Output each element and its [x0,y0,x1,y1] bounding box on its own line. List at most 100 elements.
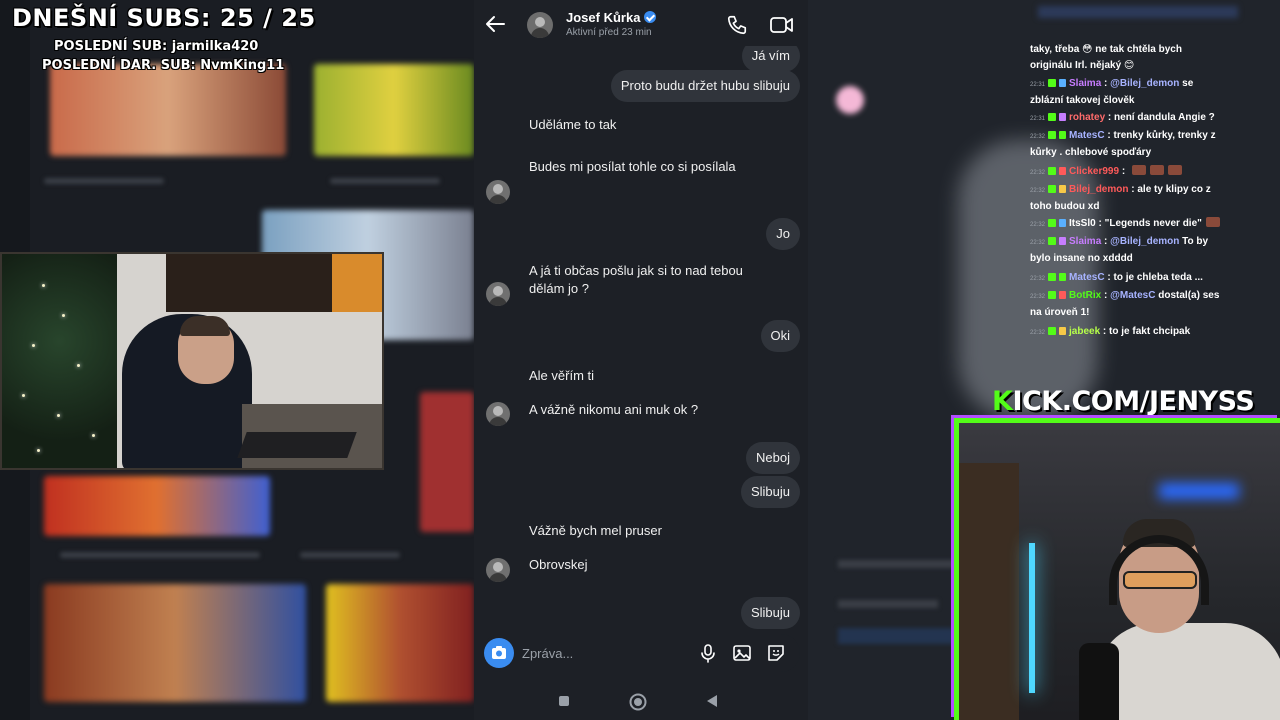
background-tabs [1038,6,1238,18]
main-webcam [954,418,1280,720]
chat-username[interactable]: Bilej_demon [1069,184,1128,195]
user-badge-icon [1059,131,1067,139]
chat-message: 22:31 rohatey : není dandula Angie ? [1030,112,1215,123]
kick-url-text: ICK.COM/JENYSS [1012,386,1255,417]
background-text [60,552,260,558]
background-thumbnail [50,64,286,156]
video-camera-icon[interactable] [770,15,794,35]
incoming-message[interactable]: Budes mi posílat tohle co si posílala [529,158,749,176]
background-avatar [836,86,864,114]
sender-avatar[interactable] [486,180,510,204]
chat-mention[interactable]: @Bilej_demon [1110,236,1179,247]
chat-emote-icon [1149,165,1164,175]
chat-timestamp: 22:32 [1030,294,1046,300]
chat-username[interactable]: rohatey [1069,112,1105,123]
chat-username[interactable]: jabeek [1069,326,1100,337]
camera-button[interactable] [484,638,514,668]
chat-emote-icon [1205,217,1220,227]
arrow-left-icon[interactable] [484,14,506,34]
chat-timestamp: 22:32 [1030,134,1046,140]
outgoing-message[interactable]: Proto budu držet hubu slibuju [610,70,800,102]
chat-message: 22:32 Slaima : @Bilej_demon To by bylo in… [1030,236,1209,264]
user-badge-icon [1059,185,1067,193]
chat-username[interactable]: MatesC [1069,130,1105,141]
cam-neon-light [1029,543,1035,693]
home-icon[interactable] [629,693,647,711]
user-badge-icon [1059,273,1067,281]
kick-badge-icon [1048,113,1057,121]
user-badge-icon [1059,237,1067,245]
incoming-message[interactable]: Obrovskej [529,556,749,574]
recents-icon[interactable] [558,695,570,707]
incoming-message[interactable]: A já ti občas pošlu jak si to nad tebou … [529,262,749,298]
chat-message: 22:32 Clicker999 : [1030,164,1226,181]
gallery-icon[interactable] [732,643,752,663]
chat-message: 22:32 BotRix : @MatesC dostal(a) ses na ú… [1030,290,1220,318]
kick-badge-icon [1048,131,1057,139]
kick-badge-icon [1048,185,1057,193]
chat-username[interactable]: Slaima [1069,236,1101,247]
incoming-message[interactable]: Uděláme to tak [529,116,749,134]
tree-light [92,434,95,437]
user-badge-icon [1059,291,1067,299]
camera-icon [492,646,506,659]
tree-light [32,344,35,347]
outgoing-message[interactable]: Jo [766,218,800,250]
verified-badge-icon [644,11,657,23]
sender-avatar[interactable] [486,282,510,306]
message-thread[interactable]: Já vím Proto budu držet hubu slibuju Udělá… [474,0,808,630]
chat-header: Josef Kůrka Aktivní před 23 min [474,0,808,46]
chat-message: 22:32 MatesC : to je chleba teda ... [1030,272,1203,283]
chat-text: to je fakt chcipak [1109,326,1191,337]
chat-username[interactable]: ItsSl0 [1069,218,1096,229]
chat-username[interactable]: BotRix [1069,290,1101,301]
background-button [838,628,968,644]
chat-username[interactable]: MatesC [1069,272,1105,283]
chat-timestamp: 22:32 [1030,188,1046,194]
outgoing-message[interactable]: Oki [760,320,800,352]
contact-status: Aktivní před 23 min [566,27,652,38]
chat-emote-icon [1167,165,1182,175]
chat-message: 22:32 Bilej_demon : ale ty klipy co z toh… [1030,184,1211,212]
chat-username[interactable]: Clicker999 [1069,166,1119,177]
chat-message: originálu Irl. nějaký 😊 [1030,58,1226,74]
chat-message: 22:32 jabeek : to je fakt chcipak [1030,326,1191,337]
outgoing-message[interactable]: Slibuju [740,476,800,508]
background-thumbnail [44,476,270,536]
daily-subs-counter: DNEŠNÍ SUBS: 25 / 25 [12,4,316,32]
contact-name-text: Josef Kůrka [566,10,641,25]
kick-badge-icon [1048,237,1057,245]
chat-username[interactable]: Slaima [1069,78,1101,89]
outgoing-message[interactable]: Neboj [746,442,800,474]
kick-badge-icon [1048,219,1057,227]
user-badge-icon [1059,79,1067,87]
tree-light [57,414,60,417]
chat-text: "Legends never die" [1104,218,1202,229]
contact-avatar[interactable] [527,12,553,38]
phone-icon[interactable] [726,14,748,36]
chat-message: 22:32 MatesC : trenky kůrky, trenky z kůr… [1030,130,1216,158]
microphone-icon[interactable] [698,643,718,663]
sticker-icon[interactable] [766,643,786,663]
kick-channel-banner: KICK.COM/JENYSS [992,386,1255,417]
chat-timestamp: 22:32 [1030,276,1046,282]
contact-name[interactable]: Josef Kůrka [566,10,657,25]
cam-person-hair [180,316,230,336]
incoming-message[interactable]: A vážně nikomu ani muk ok ? [529,401,749,419]
incoming-message[interactable]: Vážně bych mel pruser [529,522,749,540]
chat-timestamp: 22:32 [1030,240,1046,246]
tree-light [77,364,80,367]
sender-avatar[interactable] [486,402,510,426]
sender-avatar[interactable] [486,558,510,582]
chat-mention[interactable]: @MatesC [1110,290,1155,301]
incoming-message[interactable]: Ale věřím ti [529,367,749,385]
outgoing-message[interactable]: Slibuju [740,597,800,629]
cam-laptop [237,432,357,458]
user-badge-icon [1059,167,1067,175]
message-composer [482,634,800,672]
phone-dm-screen: Já vím Proto budu držet hubu slibuju Udělá… [474,0,808,720]
chat-mention[interactable]: @Bilej_demon [1110,78,1179,89]
message-input[interactable] [522,643,672,663]
nav-back-icon[interactable] [706,694,718,708]
cam-shelf-accent [332,254,382,312]
